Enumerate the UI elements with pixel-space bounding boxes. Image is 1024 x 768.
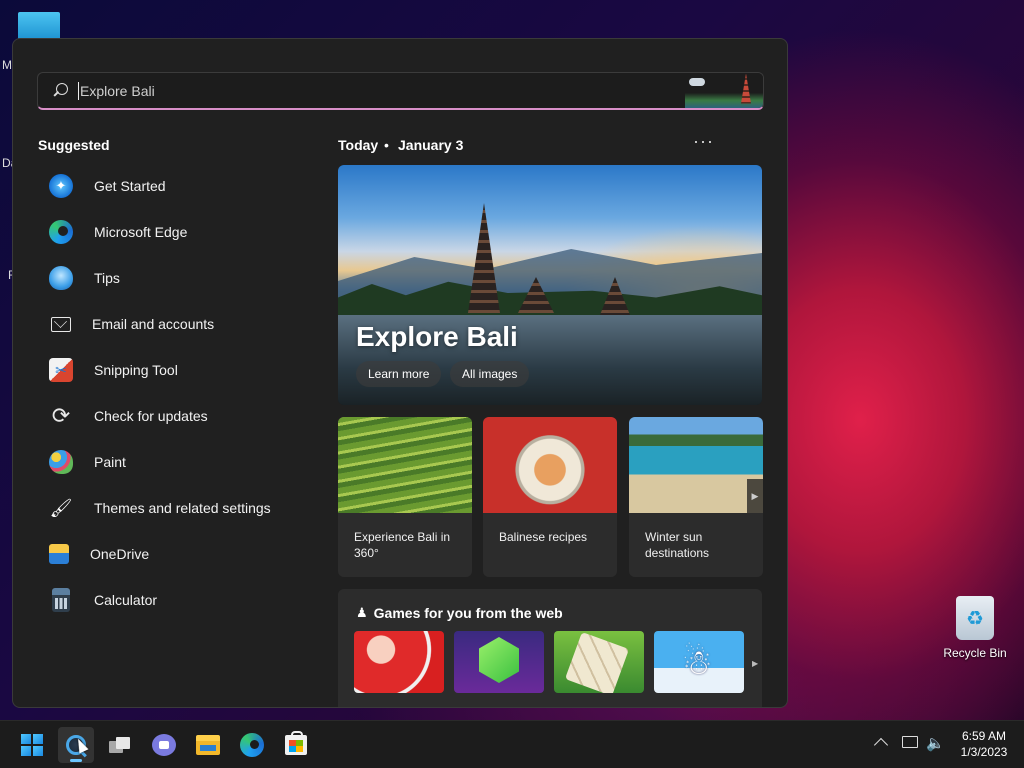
search-icon <box>52 82 68 99</box>
highlight-tiles: Experience Bali in 360° Balinese recipes… <box>338 417 764 577</box>
suggested-item-themes[interactable]: Themes and related settings <box>37 485 317 531</box>
today-date: January 3 <box>398 137 464 153</box>
suggested-item-label: Calculator <box>94 592 158 608</box>
clock-time: 6:59 AM <box>961 729 1007 743</box>
food-plate-image <box>483 417 617 513</box>
beach-image <box>629 417 763 513</box>
folder-icon <box>196 735 220 755</box>
onedrive-icon <box>49 544 69 564</box>
hero-card-explore-bali[interactable]: Explore Bali Learn more All images <box>338 165 762 405</box>
suggested-item-onedrive[interactable]: OneDrive <box>37 531 317 577</box>
games-icon: ♟ <box>356 605 368 620</box>
taskbar <box>0 720 1024 768</box>
suggested-item-label: Email and accounts <box>92 316 215 332</box>
suggested-item-label: Get Started <box>94 178 166 194</box>
date-separator: • <box>384 137 389 153</box>
game-tile[interactable] <box>454 631 544 693</box>
recycle-bin[interactable]: Recycle Bin <box>940 596 1010 660</box>
edge-icon <box>240 733 264 757</box>
paint-icon <box>49 450 73 474</box>
suggested-heading: Suggested <box>38 137 110 153</box>
suggested-item-email-accounts[interactable]: Email and accounts <box>37 301 317 347</box>
refresh-icon <box>49 404 73 428</box>
suggested-item-get-started[interactable]: Get Started <box>37 163 317 209</box>
hero-pagoda <box>468 203 500 313</box>
suggested-item-tips[interactable]: Tips <box>37 255 317 301</box>
game-tile[interactable] <box>554 631 644 693</box>
today-label: Today <box>338 137 379 153</box>
store-icon <box>285 731 307 755</box>
games-section: ♟ Games for you from the web ▶ <box>338 589 762 707</box>
get-started-icon <box>49 174 73 198</box>
suggested-list: Get Started Microsoft Edge Tips Email an… <box>37 163 317 623</box>
search-flyout: Suggested Get Started Microsoft Edge Tip… <box>12 38 788 708</box>
suggested-item-paint[interactable]: Paint <box>37 439 317 485</box>
pagoda-icon <box>741 73 751 104</box>
volume-icon[interactable]: 🔈 <box>926 734 945 752</box>
chevron-right-icon[interactable]: ▶ <box>752 659 762 668</box>
file-explorer-button[interactable] <box>190 727 226 763</box>
suggested-item-label: Themes and related settings <box>94 500 271 516</box>
suggested-item-label: Paint <box>94 454 126 470</box>
suggested-item-check-updates[interactable]: Check for updates <box>37 393 317 439</box>
tile-caption: Balinese recipes <box>499 530 588 544</box>
chat-button[interactable] <box>146 727 182 763</box>
recycle-bin-icon <box>956 596 994 640</box>
tile-caption: Winter sun destinations <box>645 530 710 560</box>
tile-caption: Experience Bali in 360° <box>354 530 451 560</box>
snipping-tool-icon <box>49 358 73 382</box>
tips-icon <box>49 266 73 290</box>
search-box[interactable] <box>37 72 764 110</box>
store-button[interactable] <box>278 727 314 763</box>
suggested-item-microsoft-edge[interactable]: Microsoft Edge <box>37 209 317 255</box>
search-input[interactable] <box>78 81 685 100</box>
games-heading: ♟ Games for you from the web <box>356 605 563 621</box>
desktop-icon-label: M <box>2 58 12 72</box>
game-tile[interactable] <box>354 631 444 693</box>
learn-more-button[interactable]: Learn more <box>356 361 442 387</box>
cloud-icon <box>689 77 705 86</box>
suggested-item-label: Microsoft Edge <box>94 224 188 240</box>
suggested-item-calculator[interactable]: Calculator <box>37 577 317 623</box>
more-options-icon[interactable]: ··· <box>693 131 714 152</box>
network-icon[interactable] <box>902 736 918 748</box>
tile-winter-sun[interactable]: Winter sun destinations ▶ <box>629 417 763 577</box>
search-highlight-image <box>685 73 763 108</box>
brush-icon <box>49 496 73 520</box>
hero-title: Explore Bali <box>356 321 518 352</box>
task-view-icon <box>109 737 131 753</box>
rice-terrace-image <box>338 417 472 513</box>
recycle-bin-label: Recycle Bin <box>943 646 1007 660</box>
tile-experience-bali[interactable]: Experience Bali in 360° <box>338 417 472 577</box>
chevron-right-icon[interactable]: ▶ <box>747 479 763 513</box>
suggested-item-label: Tips <box>94 270 120 286</box>
calculator-icon <box>52 588 70 612</box>
all-images-button[interactable]: All images <box>450 361 530 387</box>
chat-icon <box>152 734 176 756</box>
edge-icon <box>49 220 73 244</box>
suggested-item-snipping-tool[interactable]: Snipping Tool <box>37 347 317 393</box>
suggested-item-label: OneDrive <box>90 546 150 562</box>
tile-balinese-recipes[interactable]: Balinese recipes <box>483 417 617 577</box>
taskbar-clock[interactable]: 6:59 AM 1/3/2023 <box>948 728 1020 760</box>
mail-icon <box>51 316 71 332</box>
clock-date: 1/3/2023 <box>960 745 1008 759</box>
windows-logo-icon <box>21 734 43 756</box>
highlights-header: Today • January 3 ··· <box>338 131 764 155</box>
games-title: Games for you from the web <box>373 605 563 621</box>
edge-taskbar-button[interactable] <box>234 727 270 763</box>
start-button[interactable] <box>14 727 50 763</box>
suggested-item-label: Snipping Tool <box>94 362 178 378</box>
suggested-item-label: Check for updates <box>94 408 208 424</box>
game-tile[interactable] <box>654 631 744 693</box>
task-view-button[interactable] <box>102 727 138 763</box>
